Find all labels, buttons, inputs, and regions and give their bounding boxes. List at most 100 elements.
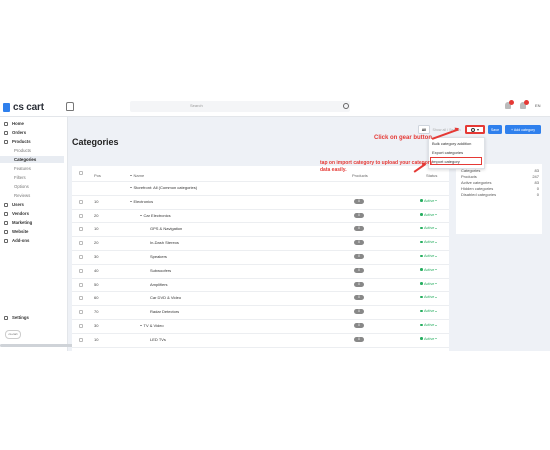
menu-item-bulk-addition[interactable]: Bulk category addition — [432, 141, 471, 146]
sidebar-item-settings[interactable]: Settings — [4, 315, 29, 320]
table-row[interactable]: 10 GPS & Navigation 0 Active — [72, 222, 449, 236]
sidebar-item-options[interactable]: Options — [14, 184, 29, 189]
sidebar-item-marketing[interactable]: Marketing — [4, 220, 32, 225]
row-position[interactable]: 20 — [94, 240, 98, 245]
row-name[interactable]: LED TVs — [150, 337, 166, 342]
caret-down-icon — [130, 175, 132, 177]
logo[interactable]: cs cart — [3, 101, 44, 113]
row-position[interactable]: 10 — [94, 199, 98, 204]
table-row[interactable]: 20 Car Electronics 0 Active — [72, 209, 449, 223]
row-name[interactable]: GPS & Navigation — [150, 226, 182, 231]
sidebar-item-home[interactable]: Home — [4, 121, 24, 126]
row-checkbox[interactable] — [79, 310, 83, 315]
status-dropdown[interactable]: Active — [420, 213, 439, 217]
row-position[interactable]: 70 — [94, 309, 98, 314]
row-name[interactable]: Car DVD & Video — [150, 295, 181, 300]
sidebar-item-users[interactable]: Users — [4, 202, 24, 207]
caret-down-icon[interactable] — [140, 325, 142, 327]
storefront-icon[interactable] — [66, 102, 74, 111]
search-input[interactable]: Search — [130, 101, 350, 112]
table-row[interactable]: 60 Car DVD & Video 0 Active — [72, 291, 449, 305]
select-all-checkbox[interactable] — [79, 171, 83, 175]
sidebar-item-addons[interactable]: Add-ons — [4, 238, 29, 243]
sidebar-item-reviews[interactable]: Reviews — [14, 193, 30, 198]
sidebar-item-filters[interactable]: Filters — [14, 175, 26, 180]
row-name[interactable]: Storefront: All (Common categories) — [130, 185, 197, 190]
table-row[interactable]: 50 Amplifiers 0 Active — [72, 278, 449, 292]
status-dropdown[interactable]: Active — [420, 323, 439, 327]
status-dropdown[interactable]: Active — [420, 254, 439, 258]
status-dropdown[interactable]: Active — [420, 309, 439, 313]
sidebar-item-products[interactable]: Products — [14, 148, 31, 153]
products-count-badge: 0 — [354, 226, 364, 232]
row-checkbox[interactable] — [79, 337, 83, 342]
status-dropdown[interactable]: Active — [420, 226, 439, 230]
row-checkbox[interactable] — [79, 255, 83, 259]
row-name[interactable]: Speakers — [150, 254, 167, 259]
sidebar-item-orders[interactable]: Orders — [4, 130, 26, 135]
status-dropdown[interactable]: Active — [420, 199, 439, 203]
table-row[interactable]: Storefront: All (Common categories) — [72, 181, 449, 195]
row-name[interactable]: Subwoofers — [150, 268, 171, 273]
row-position[interactable]: 60 — [94, 295, 98, 300]
status-dropdown[interactable]: Active — [420, 295, 439, 299]
menu-item-export[interactable]: Export categories — [432, 150, 463, 155]
status-dropdown[interactable]: Active — [420, 240, 439, 244]
row-checkbox[interactable] — [79, 241, 83, 246]
sidebar-item-label: Home — [12, 121, 24, 126]
notifications-icon[interactable] — [505, 100, 514, 109]
row-name[interactable]: Electronics — [130, 199, 153, 204]
table-row[interactable]: 10 LED TVs 0 Active — [72, 333, 449, 347]
sidebar-item-features[interactable]: Features — [14, 166, 31, 171]
language-selector[interactable]: EN — [535, 103, 541, 108]
row-position[interactable]: 10 — [94, 337, 98, 342]
row-position[interactable]: 30 — [94, 323, 98, 328]
caret-down-icon[interactable] — [130, 187, 132, 189]
row-name[interactable]: Radar Detectors — [150, 309, 179, 314]
table-row[interactable]: 40 Subwoofers 0 Active — [72, 264, 449, 278]
table-row[interactable]: 10 Electronics 0 Active — [72, 195, 449, 209]
row-name[interactable]: TV & Video — [140, 323, 164, 328]
status-dot-icon — [420, 295, 423, 299]
row-checkbox[interactable] — [79, 199, 83, 204]
status-dropdown[interactable]: Active — [420, 282, 439, 286]
table-row[interactable]: 20 In-Dash Stereos 0 Active — [72, 236, 449, 250]
row-checkbox[interactable] — [79, 296, 83, 301]
table-row[interactable]: 30 Speakers 0 Active — [72, 250, 449, 264]
caret-down-icon[interactable] — [140, 215, 142, 217]
status-dot-icon — [420, 282, 423, 285]
status-dot-icon — [420, 337, 423, 340]
status-dropdown[interactable]: Active — [420, 268, 439, 272]
save-button[interactable]: Save — [488, 125, 502, 134]
sidebar-item-categories[interactable]: Categories — [0, 156, 64, 163]
sidebar-item-website[interactable]: Website — [4, 229, 28, 234]
row-position[interactable]: 20 — [94, 213, 98, 218]
column-header-name[interactable]: Name — [130, 173, 144, 178]
table-row[interactable]: 30 TV & Video 0 Active — [72, 319, 449, 333]
status-dropdown[interactable]: Active — [420, 337, 439, 341]
row-name-label: Amplifiers — [150, 281, 168, 287]
row-name[interactable]: In-Dash Stereos — [150, 240, 179, 245]
row-name[interactable]: Amplifiers — [150, 282, 168, 287]
all-button[interactable]: All — [418, 125, 430, 134]
sidebar-item-vendors[interactable]: Vendors — [4, 211, 29, 216]
caret-down-icon[interactable] — [130, 201, 132, 203]
row-checkbox[interactable] — [79, 282, 83, 287]
gear-button[interactable] — [465, 125, 485, 134]
alerts-icon[interactable] — [520, 100, 529, 109]
row-position[interactable]: 10 — [94, 226, 98, 231]
column-header-pos[interactable]: Pos — [94, 173, 101, 178]
row-position[interactable]: 40 — [94, 268, 98, 273]
add-category-button[interactable]: + Add category — [505, 125, 541, 134]
table-row[interactable]: 70 Radar Detectors 0 Active — [72, 305, 449, 319]
row-position[interactable]: 50 — [94, 282, 98, 287]
row-position[interactable]: 30 — [94, 254, 98, 259]
row-checkbox[interactable] — [79, 324, 83, 328]
row-name-label: Speakers — [150, 254, 167, 259]
row-checkbox[interactable] — [79, 227, 83, 232]
row-name[interactable]: Car Electronics — [140, 213, 171, 218]
row-checkbox[interactable] — [79, 268, 83, 273]
sidebar-item-products-group[interactable]: Products — [4, 139, 31, 144]
row-checkbox[interactable] — [79, 213, 83, 218]
search-icon[interactable] — [343, 103, 349, 109]
